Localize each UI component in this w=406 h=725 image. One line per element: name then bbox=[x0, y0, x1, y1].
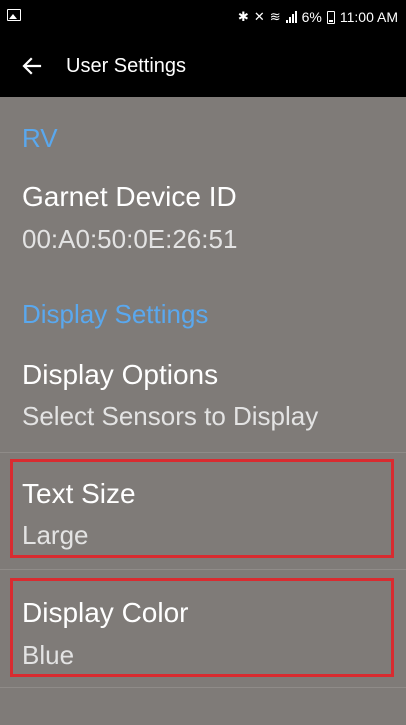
pref-summary: Select Sensors to Display bbox=[22, 401, 319, 431]
pref-title: Garnet Device ID bbox=[22, 181, 237, 212]
status-icons: ✱ ✕ ≋ 6% 11:00 AM bbox=[238, 6, 398, 28]
settings-list[interactable]: RV Garnet Device ID 00:A0:50:0E:26:51 Di… bbox=[0, 97, 406, 725]
app-bar: User Settings bbox=[0, 34, 406, 97]
pref-title: Text Size bbox=[22, 478, 136, 509]
status-bar: ✱ ✕ ≋ 6% 11:00 AM bbox=[0, 0, 406, 34]
pref-title: Display Options bbox=[22, 359, 219, 390]
divider bbox=[0, 452, 406, 453]
arrow-left-icon[interactable] bbox=[20, 54, 44, 78]
pref-summary: 00:A0:50:0E:26:51 bbox=[22, 224, 238, 254]
divider bbox=[0, 569, 406, 570]
wifi-icon: ≋ bbox=[269, 9, 281, 24]
pref-title: Display Color bbox=[22, 597, 189, 628]
divider bbox=[0, 687, 406, 688]
clock: 11:00 AM bbox=[339, 9, 398, 25]
image-icon bbox=[7, 9, 21, 21]
pref-summary: Blue bbox=[22, 640, 75, 670]
section-header-display-settings: Display Settings bbox=[22, 299, 209, 329]
mute-icon: ✕ bbox=[253, 9, 265, 24]
section-header-rv: RV bbox=[22, 123, 58, 153]
bluetooth-icon: ✱ bbox=[237, 9, 249, 24]
signal-icon bbox=[285, 11, 297, 23]
battery-icon bbox=[326, 10, 335, 24]
pref-summary: Large bbox=[22, 520, 89, 550]
battery-percent: 6% bbox=[301, 9, 322, 25]
page-title: User Settings bbox=[66, 55, 187, 77]
